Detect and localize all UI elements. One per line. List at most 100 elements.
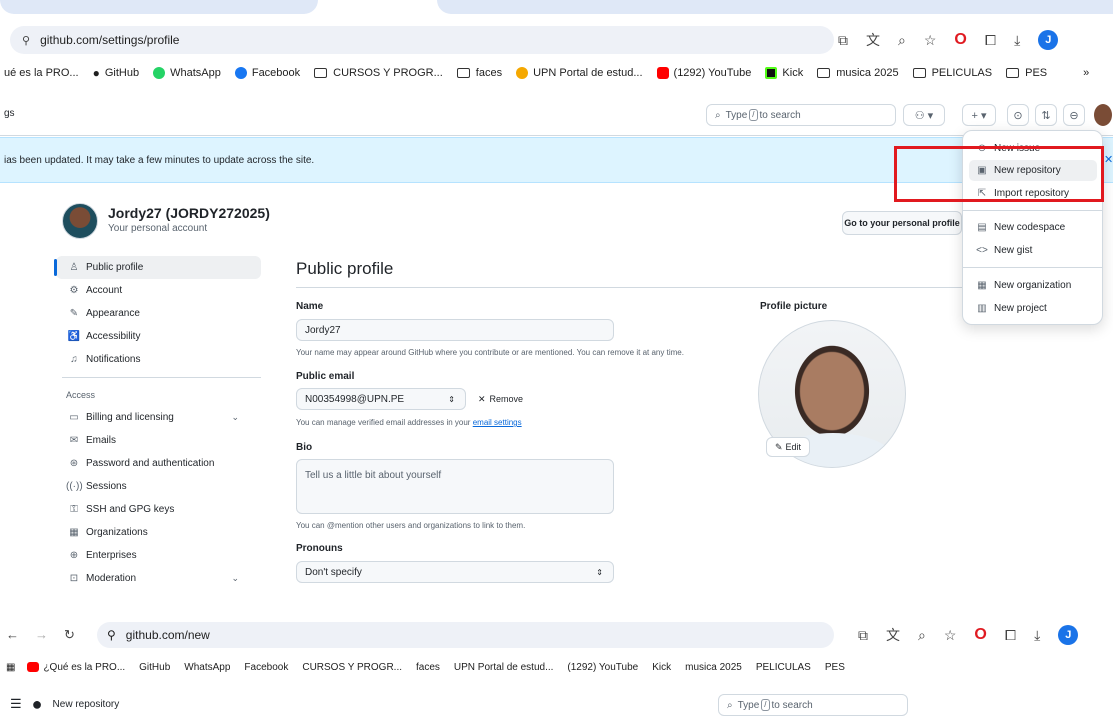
- apps-icon[interactable]: ▦: [6, 662, 15, 673]
- edit-picture-button[interactable]: ✎ Edit: [766, 437, 810, 457]
- account-name: Jordy27 (JORDY272025): [108, 205, 270, 221]
- bookmark[interactable]: Facebook: [234, 67, 300, 79]
- sidebar-item-emails[interactable]: ✉ Emails: [56, 429, 261, 452]
- profile-avatar[interactable]: J: [1038, 30, 1059, 50]
- pencil-icon: ✎: [774, 441, 783, 452]
- download-icon[interactable]: ⤓: [1014, 32, 1020, 49]
- chevron-down-icon: ⌄: [231, 412, 239, 422]
- menu-item-new-project[interactable]: ▥ New project: [969, 298, 1097, 319]
- remove-email-button[interactable]: ✕ Remove: [478, 394, 523, 405]
- github-logo-icon[interactable]: ●: [32, 694, 43, 715]
- menu-item-new-organization[interactable]: ▦ New organization: [969, 275, 1097, 296]
- sidebar-item-enterprises[interactable]: ⊕ Enterprises: [56, 544, 261, 567]
- extensions-icon[interactable]: ⧠: [1005, 627, 1016, 644]
- bio-textarea[interactable]: Tell us a little bit about yourself: [296, 459, 614, 514]
- credit-card-icon: ▭: [69, 412, 79, 423]
- bio-note: You can @mention other users and organiz…: [296, 521, 526, 530]
- sidebar-item-organizations[interactable]: ▦ Organizations: [56, 521, 261, 544]
- bookmark[interactable]: faces: [456, 67, 502, 79]
- profile-avatar[interactable]: J: [1058, 625, 1079, 645]
- highlight-box: [894, 146, 1104, 202]
- opera-icon[interactable]: O: [974, 626, 986, 644]
- zoom-icon[interactable]: ⌕: [918, 627, 926, 644]
- search-icon: ⌕: [715, 109, 721, 121]
- account-subtitle: Your personal account: [108, 223, 208, 234]
- bookmark[interactable]: musica 2025: [817, 67, 899, 79]
- bell-icon: ♫: [70, 354, 78, 365]
- create-new-button[interactable]: + ▾: [962, 104, 996, 126]
- search-icon: ⌕: [727, 699, 733, 711]
- close-icon[interactable]: ✕: [1104, 153, 1113, 166]
- extensions-icon[interactable]: ⧠: [985, 32, 996, 49]
- accessibility-icon: ♿: [67, 331, 81, 342]
- sidebar-item-accessibility[interactable]: ♿ Accessibility: [56, 325, 261, 348]
- bookmark[interactable]: PELICULAS: [912, 67, 992, 79]
- youtube-icon: [656, 67, 669, 79]
- email-note: You can manage verified email addresses …: [296, 418, 522, 427]
- copilot-button[interactable]: ⚇ ▾: [903, 104, 945, 126]
- sidebar-item-public-profile[interactable]: ♙ Public profile: [54, 256, 261, 279]
- bookmark[interactable]: Kick: [765, 67, 803, 79]
- issue-icon: ⊙: [1013, 109, 1023, 122]
- pronouns-select[interactable]: Don't specify ⇕: [296, 561, 614, 583]
- folder-icon: [314, 68, 328, 78]
- download-icon[interactable]: ⤓: [1034, 627, 1040, 644]
- name-field[interactable]: Jordy27: [296, 319, 614, 341]
- opera-icon[interactable]: O: [954, 31, 966, 49]
- menu-divider: [963, 267, 1102, 268]
- browser-tab[interactable]: [437, 0, 1113, 14]
- sidebar-item-moderation[interactable]: ⊡ Moderation ⌄: [56, 567, 261, 590]
- menu-item-new-codespace[interactable]: ▤ New codespace: [969, 217, 1097, 238]
- sidebar-item-billing[interactable]: ▭ Billing and licensing ⌄: [56, 406, 261, 429]
- copilot-icon: ⚇ ▾: [914, 109, 934, 122]
- forward-icon[interactable]: →: [35, 627, 48, 643]
- project-icon: ▥: [977, 303, 987, 314]
- bookmark[interactable]: UPN Portal de estud...: [516, 67, 643, 79]
- site-info-icon[interactable]: ⚲: [107, 628, 116, 642]
- star-icon[interactable]: ☆: [944, 627, 957, 644]
- search-input[interactable]: ⌕ Type / to search: [718, 694, 908, 716]
- translate-icon[interactable]: 文: [866, 30, 880, 50]
- star-icon[interactable]: ☆: [924, 32, 937, 49]
- sidebar-item-sessions[interactable]: ((·)) Sessions: [56, 475, 261, 498]
- bookmark[interactable]: (1292) YouTube: [656, 67, 751, 79]
- back-icon[interactable]: ←: [6, 627, 19, 643]
- pull-requests-button[interactable]: ⇅: [1035, 104, 1057, 126]
- hamburger-icon[interactable]: ☰: [10, 696, 22, 712]
- go-to-profile-button[interactable]: Go to your personal profile: [842, 211, 962, 235]
- install-icon[interactable]: ⧉: [858, 627, 868, 644]
- browser-tab[interactable]: [0, 0, 318, 14]
- search-input[interactable]: ⌕ Type / to search: [706, 104, 896, 126]
- name-label: Name: [296, 301, 324, 312]
- public-email-select[interactable]: N00354998@UPN.PE ⇕: [296, 388, 466, 410]
- site-info-icon[interactable]: ⚲: [22, 34, 30, 47]
- menu-divider: [963, 210, 1102, 211]
- gear-icon: ⚙: [69, 285, 79, 296]
- install-icon[interactable]: ⧉: [838, 32, 848, 49]
- address-bar[interactable]: ⚲ github.com/new: [97, 622, 834, 648]
- user-avatar[interactable]: [1094, 104, 1112, 126]
- pull-request-icon: ⇅: [1041, 109, 1051, 122]
- bookmark[interactable]: WhatsApp: [153, 67, 221, 79]
- sidebar-item-password[interactable]: ⊛ Password and authentication: [56, 452, 261, 475]
- address-bar[interactable]: ⚲ github.com/settings/profile: [10, 26, 834, 54]
- zoom-icon[interactable]: ⌕: [898, 32, 906, 49]
- email-settings-link[interactable]: email settings: [473, 418, 522, 427]
- menu-item-new-gist[interactable]: <> New gist: [969, 240, 1097, 261]
- inbox-button[interactable]: ⊖: [1063, 104, 1085, 126]
- bookmark[interactable]: CURSOS Y PROGR...: [314, 67, 443, 79]
- sidebar-item-appearance[interactable]: ✎ Appearance: [56, 302, 261, 325]
- bookmark[interactable]: ué es la PRO...: [4, 67, 79, 79]
- broadcast-icon: ((·)): [66, 481, 83, 492]
- select-arrows-icon: ⇕: [596, 567, 603, 577]
- bookmark[interactable]: PES: [1006, 67, 1047, 79]
- sidebar-item-notifications[interactable]: ♫ Notifications: [56, 348, 261, 371]
- more-bookmarks-icon[interactable]: »: [1083, 67, 1089, 79]
- translate-icon[interactable]: 文: [886, 625, 900, 645]
- browser-toolbar: ⧉ 文 ⌕ ☆ O ⧠ ⤓ J: [858, 625, 1079, 645]
- issues-button[interactable]: ⊙: [1007, 104, 1029, 126]
- reload-icon[interactable]: ↻: [64, 627, 75, 643]
- sidebar-item-account[interactable]: ⚙ Account: [56, 279, 261, 302]
- sidebar-item-ssh-gpg[interactable]: ⚿ SSH and GPG keys: [56, 498, 261, 521]
- bookmark[interactable]: ● GitHub: [93, 66, 140, 80]
